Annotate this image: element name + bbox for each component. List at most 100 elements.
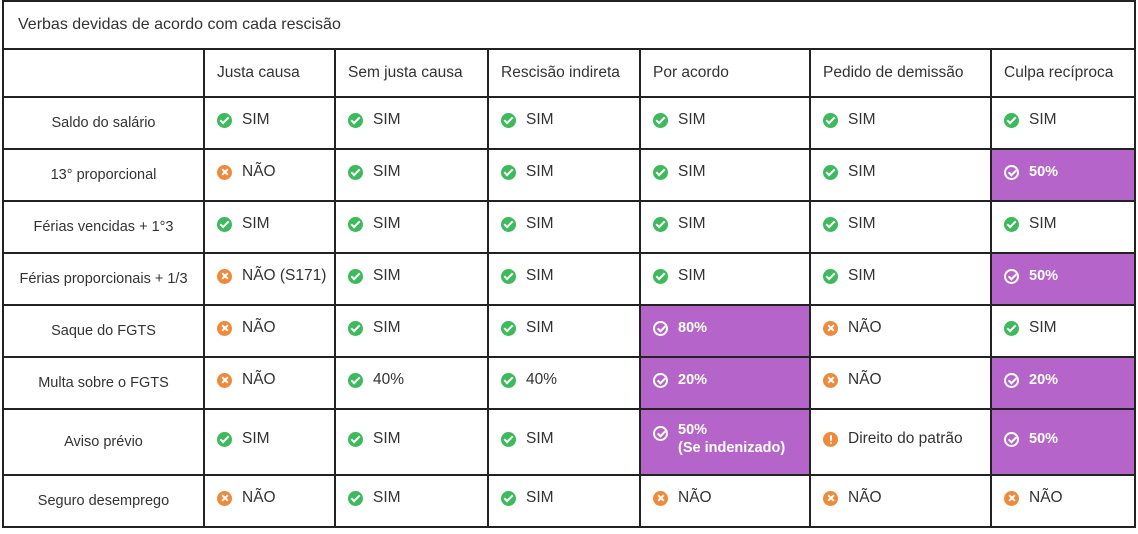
cell-value: SIM — [526, 163, 554, 180]
x-icon — [823, 490, 838, 506]
title-row: Verbas devidas de acordo com cada rescis… — [1, 0, 1137, 50]
table-cell: SIM — [809, 96, 992, 150]
check-icon — [823, 112, 838, 128]
check-icon — [501, 268, 516, 284]
x-icon — [823, 320, 838, 336]
header-row: Justa causa Sem justa causa Rescisão indir… — [2, 48, 1137, 98]
check-icon — [217, 112, 232, 128]
cell-content: SIM — [501, 267, 639, 285]
table-title: Verbas devidas de acordo com cada rescis… — [1, 0, 1137, 50]
cell-value: 50% — [1029, 431, 1059, 447]
row-label: Multa sobre o FGTS — [2, 356, 205, 410]
highlighted-cell: 50% — [989, 408, 1137, 476]
x-icon — [1004, 490, 1019, 506]
table-cell: SIM — [989, 96, 1137, 150]
check-icon — [653, 216, 668, 232]
outline-check-icon — [1004, 268, 1019, 284]
cell-content: SIM — [501, 319, 639, 337]
x-icon — [217, 268, 232, 284]
cell-content: SIM — [348, 111, 487, 129]
cell-value: SIM — [373, 163, 401, 180]
table-cell: SIM — [334, 148, 489, 202]
cell-value: SIM — [678, 111, 706, 128]
table-cell: SIM — [639, 200, 811, 254]
column-header: Por acordo — [639, 48, 811, 98]
cell-content: SIM — [823, 163, 990, 181]
cell-content: NÃO — [1004, 489, 1134, 507]
highlighted-cell: 50% — [989, 148, 1137, 202]
cell-value: SIM — [373, 215, 401, 232]
cell-content: SIM — [823, 111, 990, 129]
cell-value: SIM — [526, 267, 554, 284]
check-icon — [1004, 112, 1019, 128]
check-icon — [348, 112, 363, 128]
table-cell: SIM — [334, 474, 489, 528]
table-cell: NÃO — [203, 304, 336, 358]
column-header: Pedido de demissão — [809, 48, 992, 98]
table-cell: NÃO — [639, 474, 811, 528]
table-cell: SIM — [203, 408, 336, 476]
cell-content: 40% — [348, 371, 487, 389]
table-cell: SIM — [809, 252, 992, 306]
x-icon — [217, 164, 232, 180]
cell-value: SIM — [526, 111, 554, 128]
cell-content: 50% — [1004, 163, 1134, 181]
cell-content: SIM — [1004, 319, 1134, 337]
table-cell: SIM — [334, 408, 489, 476]
table-cell: SIM — [487, 304, 641, 358]
check-icon — [348, 372, 363, 388]
cell-content: NÃO — [217, 489, 334, 507]
cell-value: SIM — [373, 489, 401, 506]
table-cell: SIM — [487, 200, 641, 254]
outline-check-icon — [1004, 431, 1019, 447]
check-icon — [501, 320, 516, 336]
cell-value: 20% — [1029, 372, 1059, 388]
cell-value: 50% — [1029, 268, 1059, 284]
row-label: Saldo do salário — [2, 96, 205, 150]
x-icon — [217, 490, 232, 506]
outline-check-icon — [653, 372, 668, 388]
table-cell: SIM — [487, 96, 641, 150]
cell-value: SIM — [1029, 319, 1057, 336]
highlighted-cell: 80% — [639, 304, 811, 358]
cell-content: SIM — [1004, 215, 1134, 233]
table-cell: NÃO — [203, 356, 336, 410]
warning-icon — [823, 431, 838, 447]
cell-content: SIM — [217, 430, 334, 448]
x-icon — [653, 490, 668, 506]
outline-check-icon — [1004, 164, 1019, 180]
cell-content: NÃO — [653, 489, 809, 507]
check-icon — [653, 164, 668, 180]
cell-value: 80% — [678, 320, 708, 336]
check-icon — [348, 431, 363, 447]
check-icon — [653, 268, 668, 284]
table-cell: SIM — [487, 474, 641, 528]
check-icon — [1004, 216, 1019, 232]
cell-content: SIM — [653, 163, 809, 181]
check-icon — [501, 431, 516, 447]
row-label: Saque do FGTS — [2, 304, 205, 358]
column-header: Sem justa causa — [334, 48, 489, 98]
cell-content: Direito do patrão — [823, 430, 990, 448]
cell-content: NÃO — [217, 371, 334, 389]
cell-value: SIM — [526, 215, 554, 232]
cell-value: NÃO — [1029, 489, 1063, 506]
x-icon — [217, 372, 232, 388]
cell-value: 40% — [526, 371, 558, 388]
cell-value: NÃO (S171) — [242, 267, 327, 284]
rescission-table: Verbas devidas de acordo com cada rescis… — [1, 0, 1137, 528]
cell-value: Direito do patrão — [848, 430, 963, 447]
cell-value: SIM — [848, 215, 876, 232]
cell-content: SIM — [348, 319, 487, 337]
table-cell: NÃO — [203, 474, 336, 528]
column-header: Culpa recíproca — [989, 48, 1137, 98]
table-cell: SIM — [639, 96, 811, 150]
cell-value: NÃO — [678, 489, 712, 506]
table-cell: SIM — [203, 200, 336, 254]
table-cell: NÃO — [809, 356, 992, 410]
cell-content: 80% — [653, 319, 809, 337]
cell-value: SIM — [678, 215, 706, 232]
outline-check-icon — [653, 426, 668, 441]
cell-content: SIM — [823, 267, 990, 285]
cell-value: 50% — [1029, 164, 1059, 180]
